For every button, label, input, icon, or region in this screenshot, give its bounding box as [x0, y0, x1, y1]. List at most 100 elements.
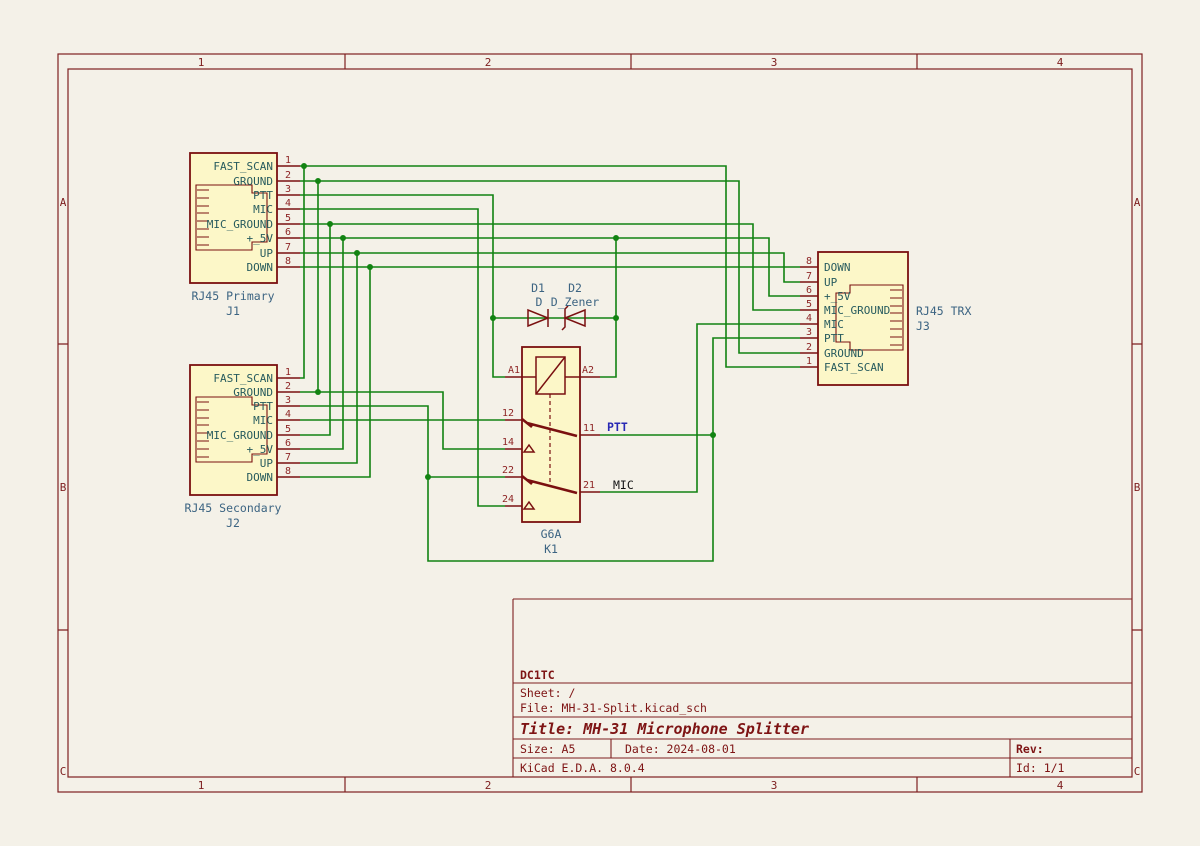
title-block-id: Id: 1/1 — [1016, 761, 1065, 775]
frame-col-label: 3 — [771, 779, 778, 792]
pin-number: 3 — [285, 395, 291, 406]
junction-dot — [340, 235, 346, 241]
pin-name: MIC — [253, 203, 273, 216]
j3-value-label[interactable]: RJ45 TRX — [916, 304, 971, 318]
pin-number: 5 — [806, 299, 812, 310]
junction-dot — [301, 163, 307, 169]
pin-number: 3 — [285, 184, 291, 195]
pin-name: +_5V — [247, 443, 274, 456]
junction-dot — [354, 250, 360, 256]
junction-dot — [327, 221, 333, 227]
pin-number: A2 — [582, 365, 594, 376]
pin-number: 7 — [285, 452, 291, 463]
pin-number: 8 — [285, 466, 291, 477]
pin-number: 6 — [806, 285, 812, 296]
junction-dot — [613, 235, 619, 241]
pin-name: +_5V — [247, 232, 274, 245]
net-label-ptt[interactable]: PTT — [607, 420, 628, 434]
frame-col-label: 1 — [198, 779, 205, 792]
wire-mic-net[interactable] — [600, 324, 800, 492]
pin-name: FAST_SCAN — [824, 361, 884, 374]
pin-number: 6 — [285, 438, 291, 449]
diode-d1[interactable]: D1 D — [528, 281, 548, 327]
pin-number: 1 — [806, 356, 812, 367]
frame-row-label: A — [1134, 196, 1141, 209]
junction-dot — [425, 474, 431, 480]
relay-k1[interactable]: A1 A2 12 14 22 24 11 21 G6A K1 — [502, 347, 600, 556]
d2-value-label[interactable]: D_Zener — [551, 295, 600, 309]
d1-value-label[interactable]: D — [536, 295, 543, 309]
pin-number: 7 — [806, 271, 812, 282]
pin-number: 2 — [285, 170, 291, 181]
d1-ref-label[interactable]: D1 — [531, 281, 545, 295]
title-block-app: KiCad E.D.A. 8.0.4 — [520, 761, 645, 775]
junction-dot — [613, 315, 619, 321]
pin-number: 2 — [806, 342, 812, 353]
frame-col-label: 3 — [771, 56, 778, 69]
pin-name: MIC — [253, 414, 273, 427]
pin-number: 6 — [285, 227, 291, 238]
frame-row-label: B — [60, 481, 67, 494]
pin-number: 21 — [583, 480, 595, 491]
kicad-schematic-canvas[interactable]: 1 2 3 4 1 2 3 4 A B C A B C DC1TC Sheet:… — [0, 0, 1200, 846]
junction-dot — [367, 264, 373, 270]
k1-ref-label[interactable]: K1 — [544, 542, 558, 556]
pin-name: PTT — [253, 189, 273, 202]
pin-name: GROUND — [233, 175, 273, 188]
j3-ref-label[interactable]: J3 — [916, 319, 930, 333]
connector-j2[interactable]: 1 2 3 4 5 6 7 8 FAST_SCAN GROUND PTT MIC… — [185, 365, 300, 530]
d2-ref-label[interactable]: D2 — [568, 281, 582, 295]
pin-name: MIC_GROUND — [207, 218, 273, 231]
pin-name: MIC — [824, 318, 844, 331]
k1-value-label[interactable]: G6A — [541, 527, 562, 541]
pin-name: PTT — [253, 400, 273, 413]
schematic-svg: 1 2 3 4 1 2 3 4 A B C A B C DC1TC Sheet:… — [0, 0, 1200, 846]
pin-number: 2 — [285, 381, 291, 392]
frame-col-label: 4 — [1057, 779, 1064, 792]
wire-5v-to-coil[interactable] — [600, 238, 616, 377]
pin-number: 24 — [502, 494, 514, 505]
pin-number: 8 — [285, 256, 291, 267]
j1-value-label[interactable]: RJ45 Primary — [191, 289, 274, 303]
pin-number: 5 — [285, 213, 291, 224]
pin-number: 1 — [285, 155, 291, 166]
j2-value-label[interactable]: RJ45 Secondary — [185, 501, 282, 515]
pin-number: 4 — [285, 409, 291, 420]
junction-dot — [315, 389, 321, 395]
pin-number: 3 — [806, 327, 812, 338]
frame-row-label: B — [1134, 481, 1141, 494]
frame-col-label: 2 — [485, 56, 492, 69]
frame-col-label: 4 — [1057, 56, 1064, 69]
title-block-company: DC1TC — [520, 668, 555, 682]
junction-dot — [490, 315, 496, 321]
pin-number: A1 — [508, 365, 520, 376]
pin-number: 14 — [502, 437, 514, 448]
wire-fast-scan-branch[interactable] — [300, 166, 304, 378]
pin-number: 5 — [285, 424, 291, 435]
frame-col-label: 2 — [485, 779, 492, 792]
frame-col-label: 1 — [198, 56, 205, 69]
net-label-mic[interactable]: MIC — [613, 478, 634, 492]
pin-name: +_5V — [824, 290, 851, 303]
connector-j1[interactable]: 1 2 3 4 5 6 7 8 FAST_SCAN GROUND PTT MIC… — [190, 153, 300, 318]
connector-j3[interactable]: 8 7 6 5 4 3 2 1 DOWN UP +_5V MIC_GROUND … — [800, 252, 971, 385]
junction-dot — [710, 432, 716, 438]
wire-5v-branch[interactable] — [300, 238, 343, 449]
j1-ref-label[interactable]: J1 — [226, 304, 240, 318]
frame-row-label: C — [1134, 765, 1141, 778]
j2-ref-label[interactable]: J2 — [226, 516, 240, 530]
pin-name: DOWN — [824, 261, 851, 274]
title-block-title: Title: MH-31 Microphone Splitter — [520, 720, 809, 738]
title-block-size: Size: A5 — [520, 742, 575, 756]
pin-name: GROUND — [233, 386, 273, 399]
pin-name: DOWN — [247, 471, 274, 484]
wire-up-branch[interactable] — [300, 253, 357, 463]
diode-d2[interactable]: D2 D_Zener — [551, 281, 600, 330]
junction-dot — [315, 178, 321, 184]
pin-name: FAST_SCAN — [213, 160, 273, 173]
pin-number: 22 — [502, 465, 514, 476]
title-block-rev: Rev: — [1016, 742, 1044, 756]
pin-number: 8 — [806, 256, 812, 267]
wire-down-branch[interactable] — [300, 267, 370, 477]
pin-name: GROUND — [824, 347, 864, 360]
